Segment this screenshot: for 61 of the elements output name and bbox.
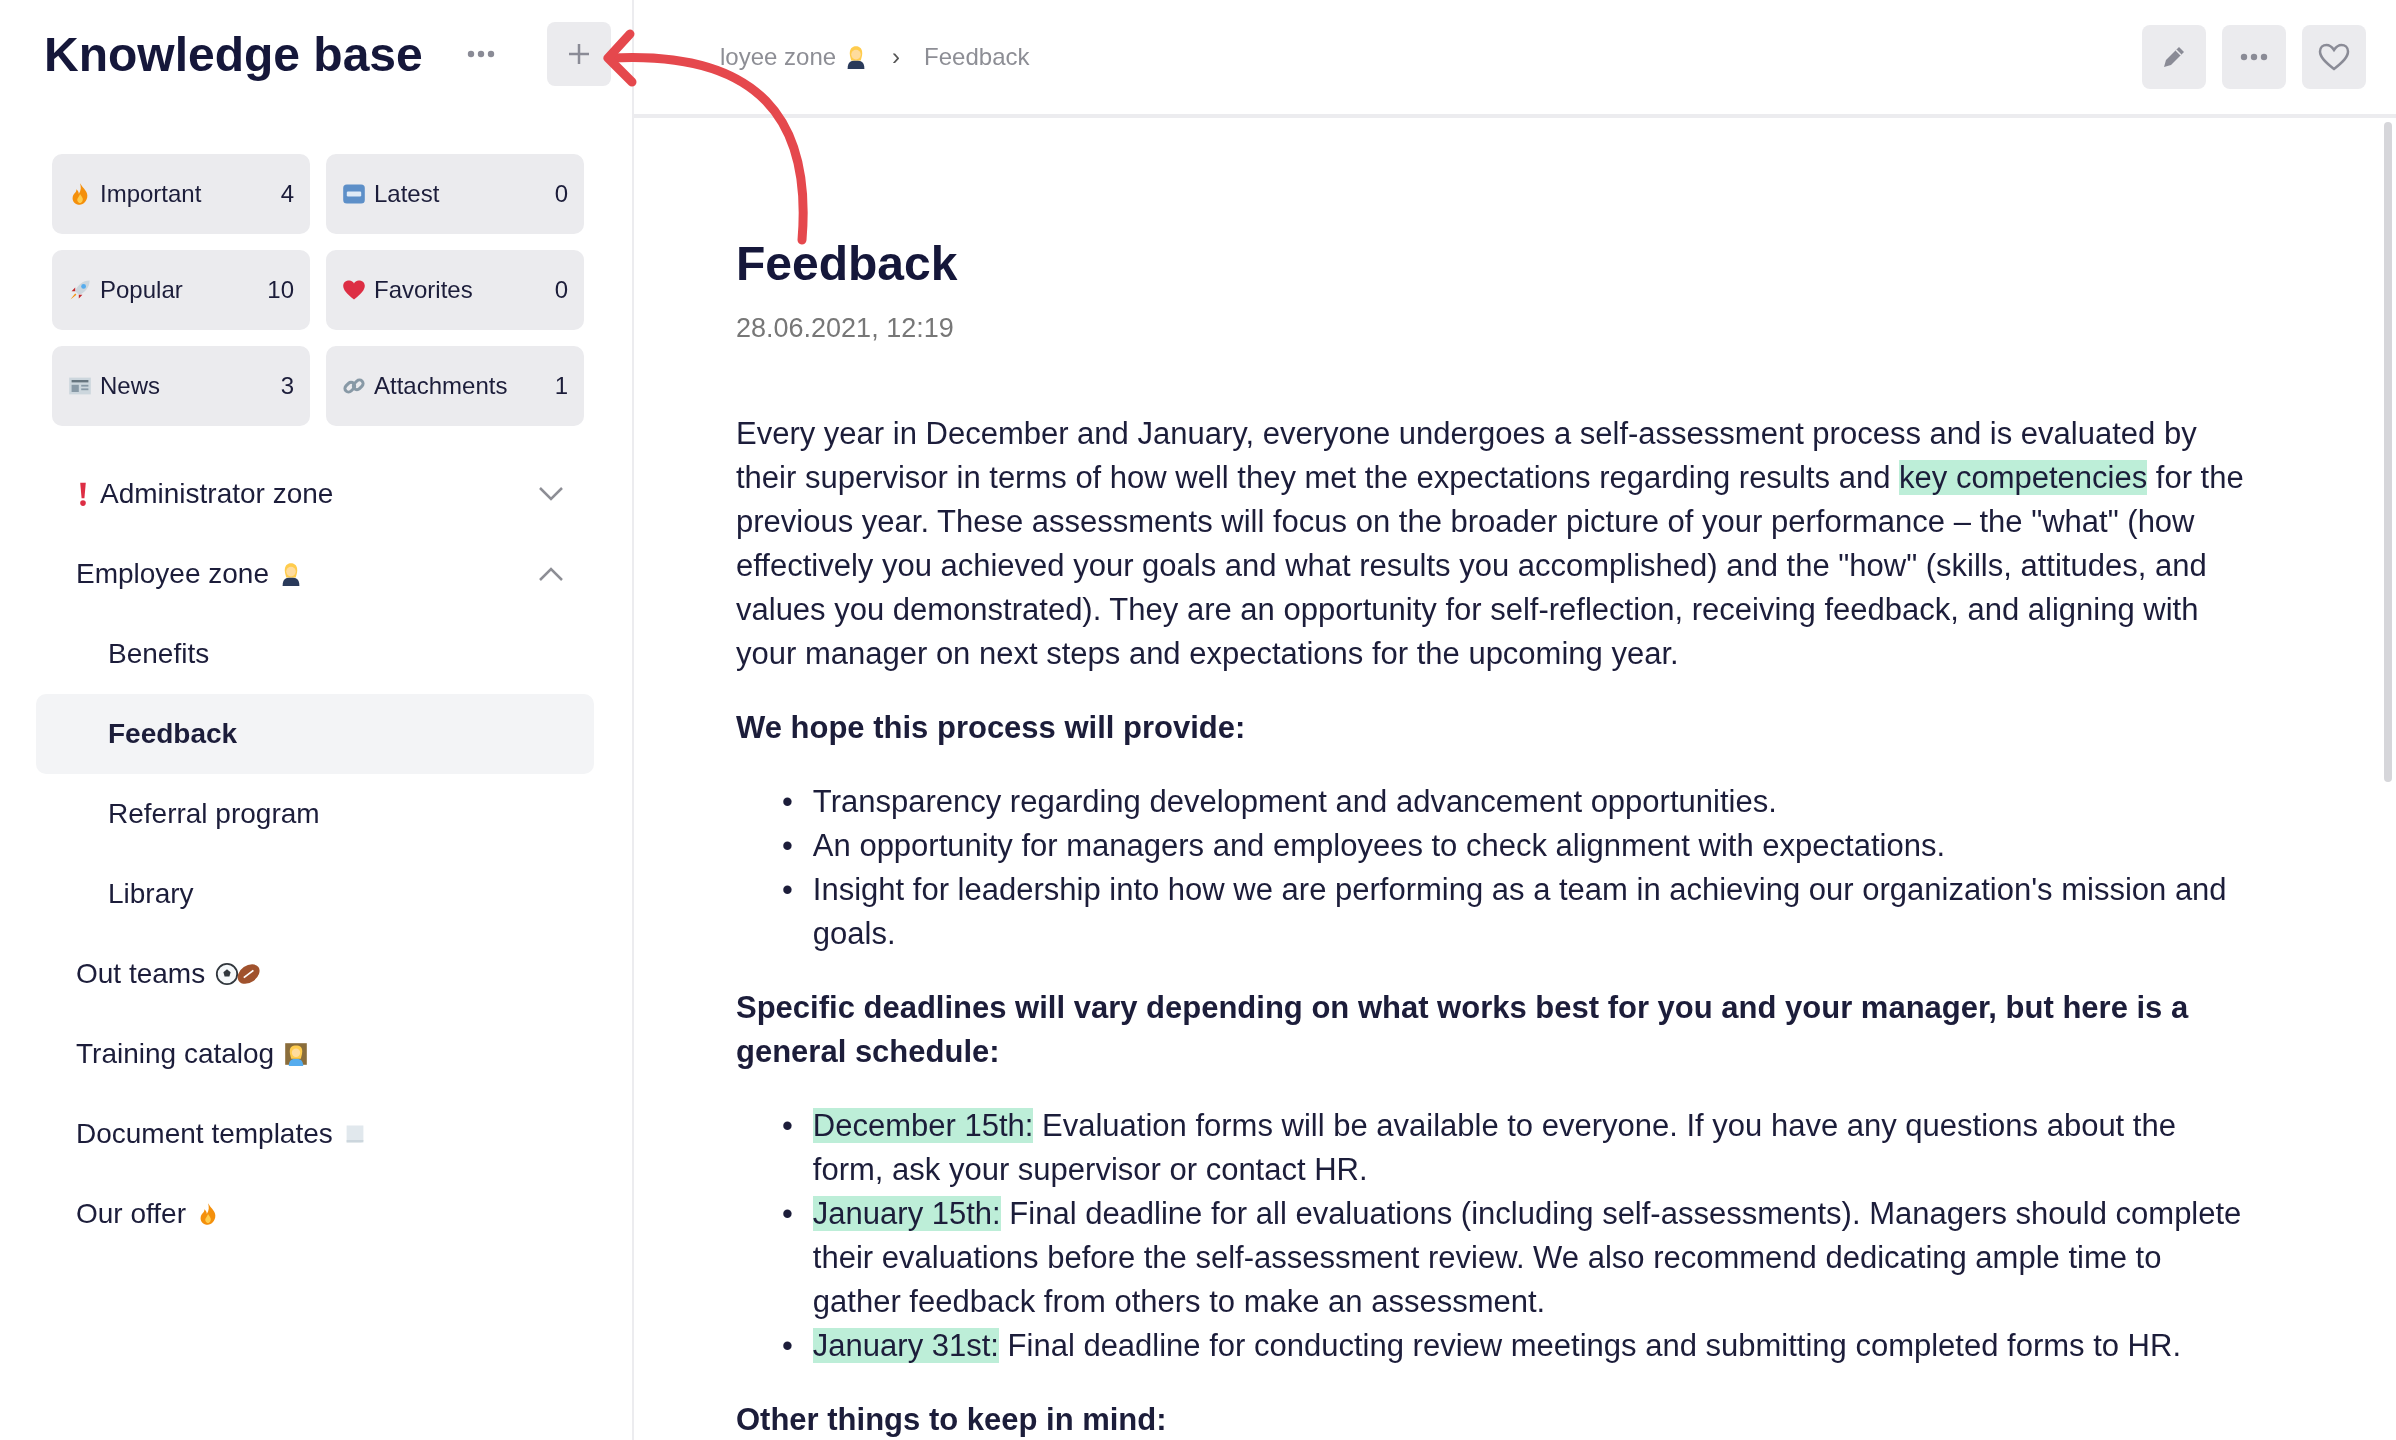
list-item: January 15th: Final deadline for all evaluations (including self-assessments). Managers should complete their evaluations before the self-assessment review. We also recommend dedicating ample time to gather feedback from others to make an assessment. (812, 1195, 2243, 1321)
favorite-button[interactable] (2302, 25, 2366, 89)
nav-item[interactable]: Referral program (36, 774, 594, 854)
section-heading: Other things to keep in mind: (736, 1401, 1168, 1439)
article-date: 28.06.2021, 12:19 (736, 313, 955, 344)
bullet: • (782, 1107, 793, 1145)
add-button[interactable] (546, 22, 611, 86)
filter-tile[interactable]: News 3 (52, 346, 310, 426)
breadcrumb-separator: › (891, 43, 902, 71)
list-item: December 15th: Evaluation forms will be available to everyone. If you have any questions about the form, ask your supervisor or contact HR. (812, 1107, 2177, 1189)
nav-label: Document templates (76, 1118, 333, 1150)
filter-tile[interactable]: Attachments 1 (326, 346, 584, 426)
nav-item[interactable]: Benefits (36, 614, 594, 694)
filter-tile[interactable]: Important 4 (52, 154, 310, 234)
list-item: Insight for leadership into how we are performing as a team in achieving our organization's mission and goals. (812, 871, 2228, 953)
nav-label: Benefits (108, 638, 210, 670)
paragraph: Every year in December and January, everyone undergoes a self-assessment process and is evaluated by their supervisor in terms of how well they met the expectations regarding results and key competencies for the previous year. These assessments will focus on the broader picture of your performance – the "what" (how effectively you achieved your goals and what results you accomplished) and the "how" (skills, attitudes, and values you demonstrated). They are an opportunity for self-reflection, receiving feedback, and aligning with your manager on next steps and expectations for the upcoming year. (736, 415, 2245, 673)
nav-item[interactable]: Training catalog (36, 1014, 594, 1094)
more-button[interactable] (2222, 25, 2286, 89)
scrollbar[interactable] (2384, 122, 2392, 782)
teacher-icon (284, 1042, 309, 1066)
section-heading: Specific deadlines will vary depending on what works best for you and your manager, but here is a general schedule: (736, 989, 2190, 1071)
nav-label: Library (108, 878, 194, 910)
nav-label: Training catalog (76, 1038, 275, 1070)
nav-label: Out teams (76, 958, 206, 990)
nav-item[interactable]: Out teams (36, 934, 594, 1014)
nav-label: Administrator zone (100, 478, 334, 510)
nav-item[interactable]: Library (36, 854, 594, 934)
heart-icon (342, 278, 366, 302)
plus-icon (567, 43, 590, 65)
filter-tile[interactable]: Latest 0 (326, 154, 584, 234)
chevron-down-icon[interactable] (538, 486, 564, 502)
list-item: January 31st: Final deadline for conducting review meetings and submitting completed forms to HR. (812, 1327, 2182, 1365)
bullet: • (782, 1327, 793, 1365)
list-item: Transparency regarding development and advancement opportunities. (812, 783, 1778, 821)
more-icon (2240, 53, 2268, 61)
nav-label: Feedback (108, 718, 238, 750)
nav-label: Referral program (108, 798, 320, 830)
bullet: • (782, 871, 793, 909)
nav-label: Our offer (76, 1198, 186, 1230)
chevron-up-icon[interactable] (538, 566, 564, 582)
filter-tile[interactable]: Favorites 0 (326, 250, 584, 330)
nav-item[interactable]: Document templates (36, 1094, 594, 1174)
nav-item[interactable]: Administrator zone (36, 454, 594, 534)
article-title: Feedback (736, 236, 959, 291)
nav-item[interactable]: Employee zone (36, 534, 594, 614)
nav-item[interactable]: Feedback (36, 694, 594, 774)
bullet: • (782, 827, 793, 865)
bullet: • (782, 783, 793, 821)
more-icon[interactable] (466, 50, 495, 58)
nav-label: Employee zone (76, 558, 269, 590)
bullet: • (782, 1195, 793, 1233)
sidebar-title: Knowledge base (44, 26, 423, 82)
list-item: An opportunity for managers and employees to check alignment with expectations. (812, 827, 1946, 865)
heart-icon (2317, 42, 2351, 72)
filter-tile[interactable]: Popular 10 (52, 250, 310, 330)
rocket-icon (68, 278, 92, 302)
new-badge-icon (342, 182, 366, 206)
nav-item[interactable]: Our offer (36, 1174, 594, 1254)
edit-button[interactable] (2142, 25, 2206, 89)
section-heading: We hope this process will provide: (736, 709, 1247, 747)
